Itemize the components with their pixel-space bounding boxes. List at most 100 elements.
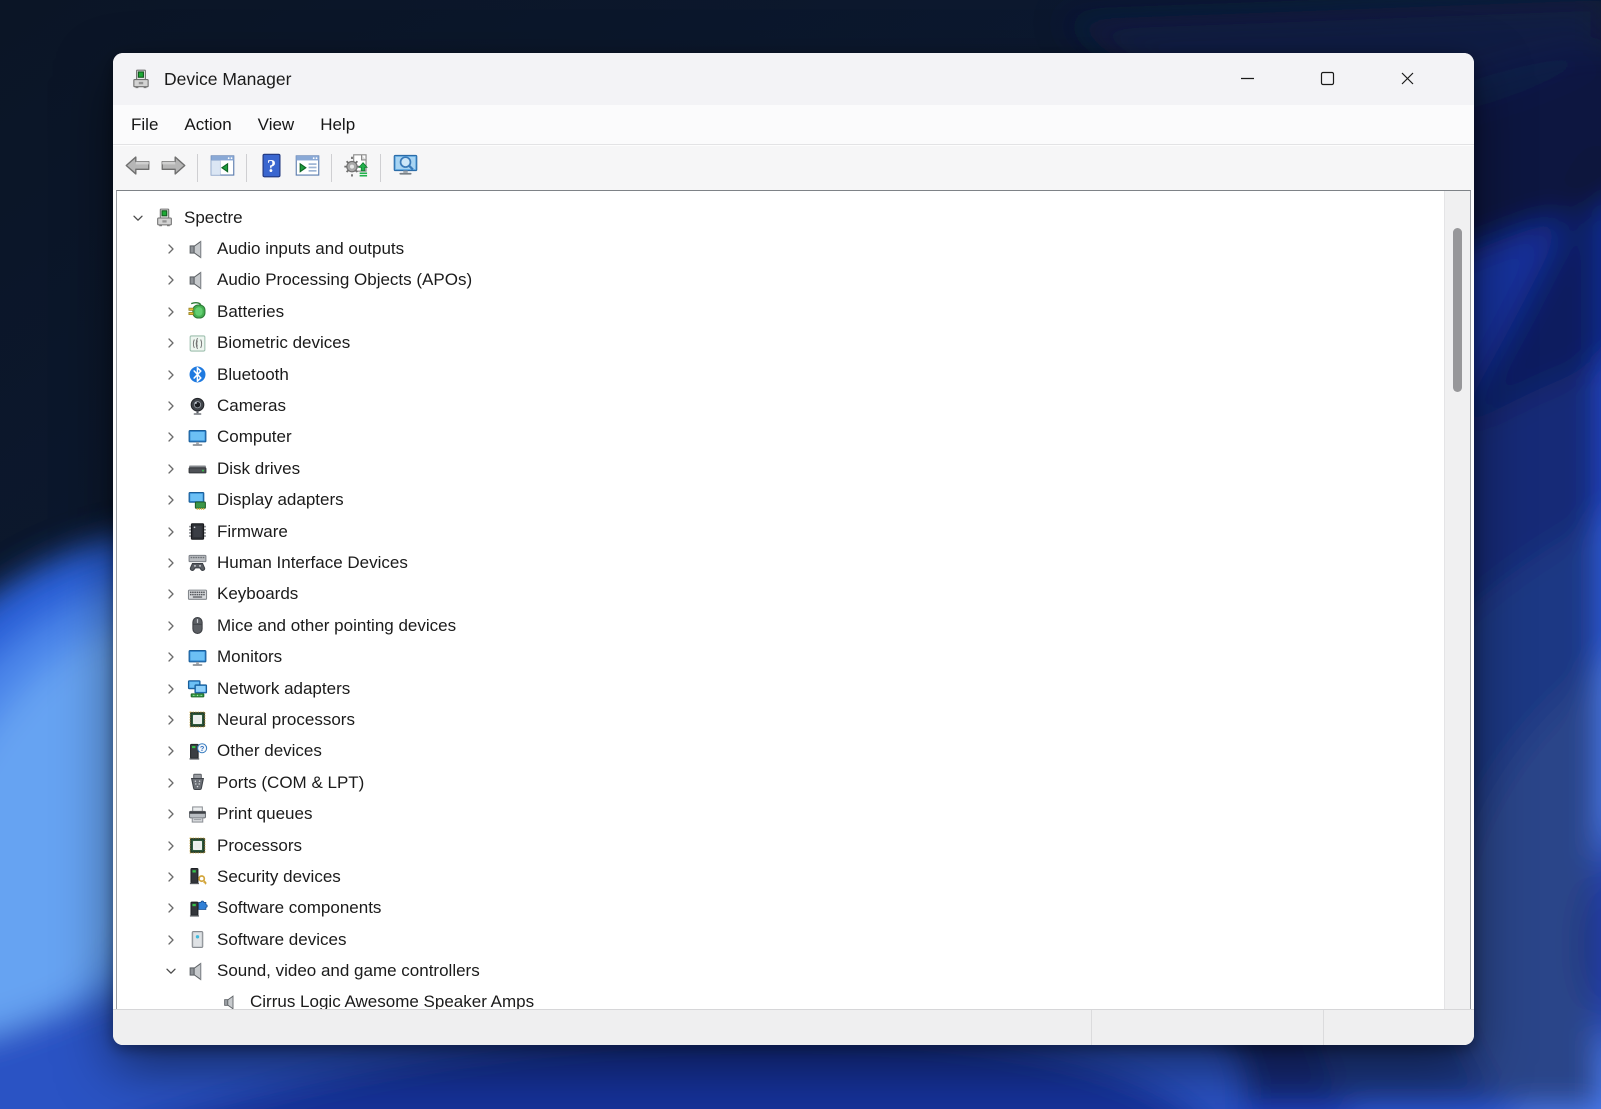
status-segment — [1323, 1010, 1474, 1045]
mouse-icon — [184, 613, 210, 639]
tree-row-biometric-devices[interactable]: Biometric devices — [117, 328, 1444, 359]
tree-item-label: Neural processors — [217, 710, 355, 730]
chevron-right-icon[interactable] — [158, 927, 184, 953]
chevron-right-icon[interactable] — [158, 393, 184, 419]
tree-row-firmware[interactable]: Firmware — [117, 516, 1444, 547]
svg-text:?: ? — [267, 156, 276, 176]
tree-item-label: Cameras — [217, 396, 286, 416]
chevron-right-icon[interactable] — [158, 895, 184, 921]
tree-item-label: Ports (COM & LPT) — [217, 773, 364, 793]
chevron-right-icon[interactable] — [158, 738, 184, 764]
chevron-right-icon[interactable] — [158, 864, 184, 890]
speaker-icon — [184, 236, 210, 262]
printer-icon — [184, 801, 210, 827]
tree-row-cirrus-logic-awesome-speaker-amps[interactable]: Cirrus Logic Awesome Speaker Amps — [117, 987, 1444, 1010]
chevron-right-icon[interactable] — [158, 487, 184, 513]
tree-row-print-queues[interactable]: Print queues — [117, 798, 1444, 829]
monitor-icon — [184, 424, 210, 450]
tree-row-audio-inputs-and-outputs[interactable]: Audio inputs and outputs — [117, 233, 1444, 264]
chevron-right-icon[interactable] — [158, 613, 184, 639]
chevron-down-icon[interactable] — [125, 205, 151, 231]
tree-item-label: Security devices — [217, 867, 341, 887]
chevron-right-icon[interactable] — [158, 236, 184, 262]
device-tree-panel: SpectreAudio inputs and outputs Audio Pro… — [116, 190, 1471, 1010]
tree-row-ports-com-lpt[interactable]: Ports (COM & LPT) — [117, 767, 1444, 798]
chevron-right-icon[interactable] — [158, 330, 184, 356]
hid-icon — [184, 550, 210, 576]
menu-item-action[interactable]: Action — [171, 105, 244, 145]
menu-item-view[interactable]: View — [245, 105, 308, 145]
chevron-right-icon[interactable] — [158, 299, 184, 325]
toolbar-separator — [246, 154, 247, 182]
scrollbar-thumb[interactable] — [1453, 228, 1462, 392]
tree-row-software-components[interactable]: Software components — [117, 893, 1444, 924]
device-search-button[interactable] — [387, 150, 423, 186]
tree-row-cameras[interactable]: Cameras — [117, 390, 1444, 421]
software-component-icon — [184, 895, 210, 921]
chevron-right-icon[interactable] — [158, 267, 184, 293]
monitor-icon — [184, 644, 210, 670]
tree-row-security-devices[interactable]: Security devices — [117, 861, 1444, 892]
menu-item-file[interactable]: File — [118, 105, 171, 145]
svg-text:?: ? — [199, 744, 204, 753]
chevron-right-icon[interactable] — [158, 424, 184, 450]
chevron-down-icon[interactable] — [158, 958, 184, 984]
chevron-right-icon[interactable] — [158, 833, 184, 859]
device-manager-window: Device Manager FileActionViewHelp ? Spec… — [113, 53, 1474, 1045]
tree-row-disk-drives[interactable]: Disk drives — [117, 453, 1444, 484]
tree-row-monitors[interactable]: Monitors — [117, 641, 1444, 672]
back-button[interactable] — [119, 150, 155, 186]
fingerprint-icon — [184, 330, 210, 356]
chevron-right-icon[interactable] — [158, 644, 184, 670]
port-icon — [184, 770, 210, 796]
chevron-right-icon[interactable] — [158, 362, 184, 388]
tree-row-keyboards[interactable]: Keyboards — [117, 579, 1444, 610]
toolbar-separator — [197, 154, 198, 182]
device-manager-icon — [130, 68, 152, 90]
speaker-icon — [184, 958, 210, 984]
tree-row-sound-video-and-game-controllers[interactable]: Sound, video and game controllers — [117, 955, 1444, 986]
show-console-tree-button[interactable] — [204, 150, 240, 186]
chevron-right-icon[interactable] — [158, 519, 184, 545]
properties-button[interactable] — [289, 150, 325, 186]
chevron-right-icon[interactable] — [158, 707, 184, 733]
help-button[interactable]: ? — [253, 150, 289, 186]
chevron-right-icon[interactable] — [158, 801, 184, 827]
device-tree: SpectreAudio inputs and outputs Audio Pro… — [117, 202, 1444, 1010]
vertical-scrollbar[interactable] — [1444, 191, 1470, 1009]
maximize-button[interactable] — [1287, 53, 1367, 103]
tree-row-processors[interactable]: Processors — [117, 830, 1444, 861]
tree-row-neural-processors[interactable]: Neural processors — [117, 704, 1444, 735]
tree-item-label: Cirrus Logic Awesome Speaker Amps — [250, 992, 534, 1010]
minimize-button[interactable] — [1207, 53, 1287, 103]
tree-row-batteries[interactable]: Batteries — [117, 296, 1444, 327]
tree-item-label: Audio Processing Objects (APOs) — [217, 270, 472, 290]
tree-item-label: Network adapters — [217, 679, 350, 699]
menu-item-help[interactable]: Help — [307, 105, 368, 145]
tree-row-bluetooth[interactable]: Bluetooth — [117, 359, 1444, 390]
chevron-right-icon[interactable] — [158, 770, 184, 796]
tree-row-human-interface-devices[interactable]: Human Interface Devices — [117, 547, 1444, 578]
chevron-right-icon[interactable] — [158, 456, 184, 482]
tree-row-display-adapters[interactable]: Display adapters — [117, 485, 1444, 516]
tree-row-network-adapters[interactable]: Network adapters — [117, 673, 1444, 704]
chevron-right-icon[interactable] — [158, 676, 184, 702]
tree-row-computer[interactable]: Computer — [117, 422, 1444, 453]
chevron-placeholder — [191, 989, 217, 1010]
tree-row-other-devices[interactable]: ?Other devices — [117, 736, 1444, 767]
computer-device-icon — [151, 205, 177, 231]
properties-icon — [294, 152, 321, 184]
forward-button[interactable] — [155, 150, 191, 186]
close-button[interactable] — [1367, 53, 1447, 103]
chevron-right-icon[interactable] — [158, 581, 184, 607]
tree-row-audio-processing-objects-apos[interactable]: Audio Processing Objects (APOs) — [117, 265, 1444, 296]
tree-item-label: Software components — [217, 898, 381, 918]
tree-row-mice-and-other-pointing-devices[interactable]: Mice and other pointing devices — [117, 610, 1444, 641]
tree-item-label: Keyboards — [217, 584, 298, 604]
toolbar: ? — [113, 146, 1474, 190]
chevron-right-icon[interactable] — [158, 550, 184, 576]
tree-row-software-devices[interactable]: Software devices — [117, 924, 1444, 955]
tree-row-spectre[interactable]: Spectre — [117, 202, 1444, 233]
back-arrow-icon — [124, 152, 151, 184]
scan-for-hardware-changes-button[interactable] — [338, 150, 374, 186]
